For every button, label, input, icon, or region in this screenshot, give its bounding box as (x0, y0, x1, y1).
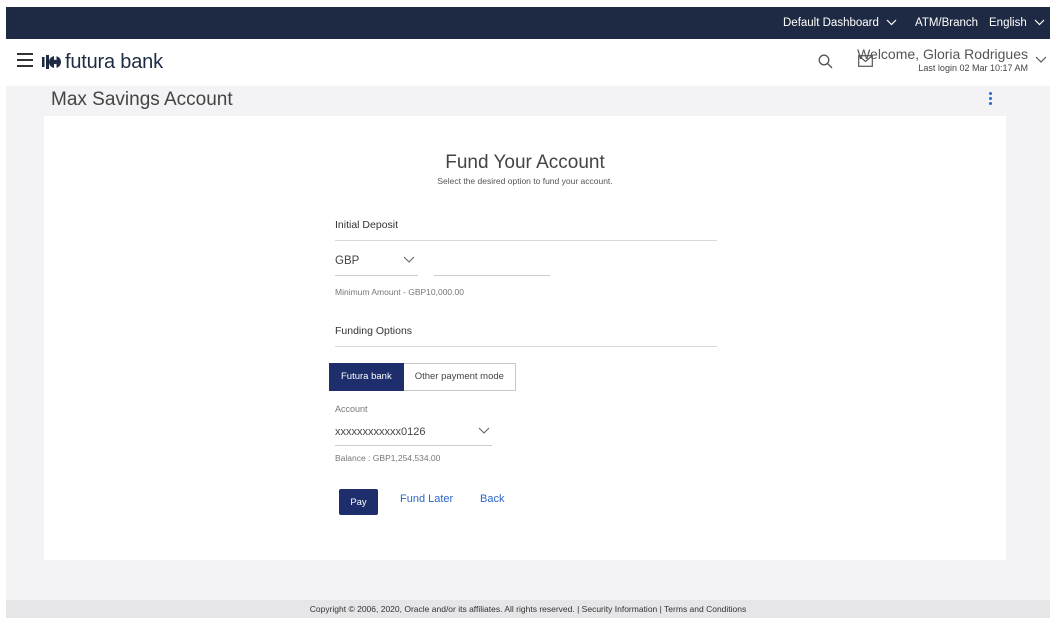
atm-branch-link[interactable]: ATM/Branch (915, 7, 978, 39)
back-link[interactable]: Back (480, 493, 504, 505)
pay-button[interactable]: Pay (339, 489, 378, 515)
header: futura bank Welcome, Gloria Rodrigues La… (6, 39, 1050, 86)
account-value: xxxxxxxxxxxx0126 (335, 426, 426, 438)
chevron-down-icon (478, 427, 490, 434)
user-menu[interactable]: Welcome, Gloria Rodrigues Last login 02 … (857, 46, 1028, 74)
logo[interactable]: futura bank (42, 50, 163, 74)
balance-text: Balance : GBP1,254,534.00 (335, 453, 441, 463)
funding-options-heading: Funding Options (335, 325, 413, 337)
fund-later-link[interactable]: Fund Later (400, 493, 453, 505)
language-label: English (989, 17, 1027, 29)
form-title: Fund Your Account (445, 152, 605, 173)
account-select[interactable]: xxxxxxxxxxxx0126 (335, 426, 492, 446)
minimum-amount-text: Minimum Amount - GBP10,000.00 (335, 287, 464, 297)
currency-select[interactable]: GBP (335, 255, 418, 276)
chevron-down-icon (403, 256, 415, 263)
menu-icon[interactable] (17, 53, 33, 67)
form-subtitle: Select the desired option to fund your a… (437, 176, 613, 186)
welcome-text: Welcome, Gloria Rodrigues (857, 46, 1028, 62)
currency-value: GBP (335, 255, 360, 267)
search-icon[interactable] (818, 54, 833, 69)
dashboard-label: Default Dashboard (783, 17, 879, 29)
divider (335, 240, 717, 241)
page-title: Max Savings Account (51, 89, 233, 110)
fund-account-card: Fund Your Account Select the desired opt… (44, 116, 1006, 560)
logo-text: futura bank (65, 50, 163, 73)
chevron-down-icon (1034, 20, 1045, 26)
funding-tabs: Futura bank Other payment mode (329, 363, 516, 391)
dashboard-selector[interactable]: Default Dashboard (783, 7, 897, 39)
chevron-down-icon[interactable] (1035, 56, 1047, 64)
tab-other-payment-mode[interactable]: Other payment mode (403, 363, 516, 391)
last-login-text: Last login 02 Mar 10:17 AM (918, 63, 1028, 73)
app-frame: Default Dashboard ATM/Branch English fut… (6, 7, 1050, 618)
language-selector[interactable]: English (989, 7, 1045, 39)
initial-deposit-heading: Initial Deposit (335, 219, 399, 231)
footer: Copyright © 2006, 2020, Oracle and/or it… (6, 600, 1050, 618)
top-bar: Default Dashboard ATM/Branch English (6, 7, 1050, 39)
account-label: Account (335, 404, 368, 414)
chevron-down-icon (886, 20, 897, 26)
futura-bank-logo-icon (42, 54, 61, 70)
divider (335, 346, 717, 347)
tab-futura-bank[interactable]: Futura bank (329, 363, 404, 391)
amount-input[interactable] (434, 255, 550, 276)
more-options-icon[interactable] (989, 92, 993, 107)
